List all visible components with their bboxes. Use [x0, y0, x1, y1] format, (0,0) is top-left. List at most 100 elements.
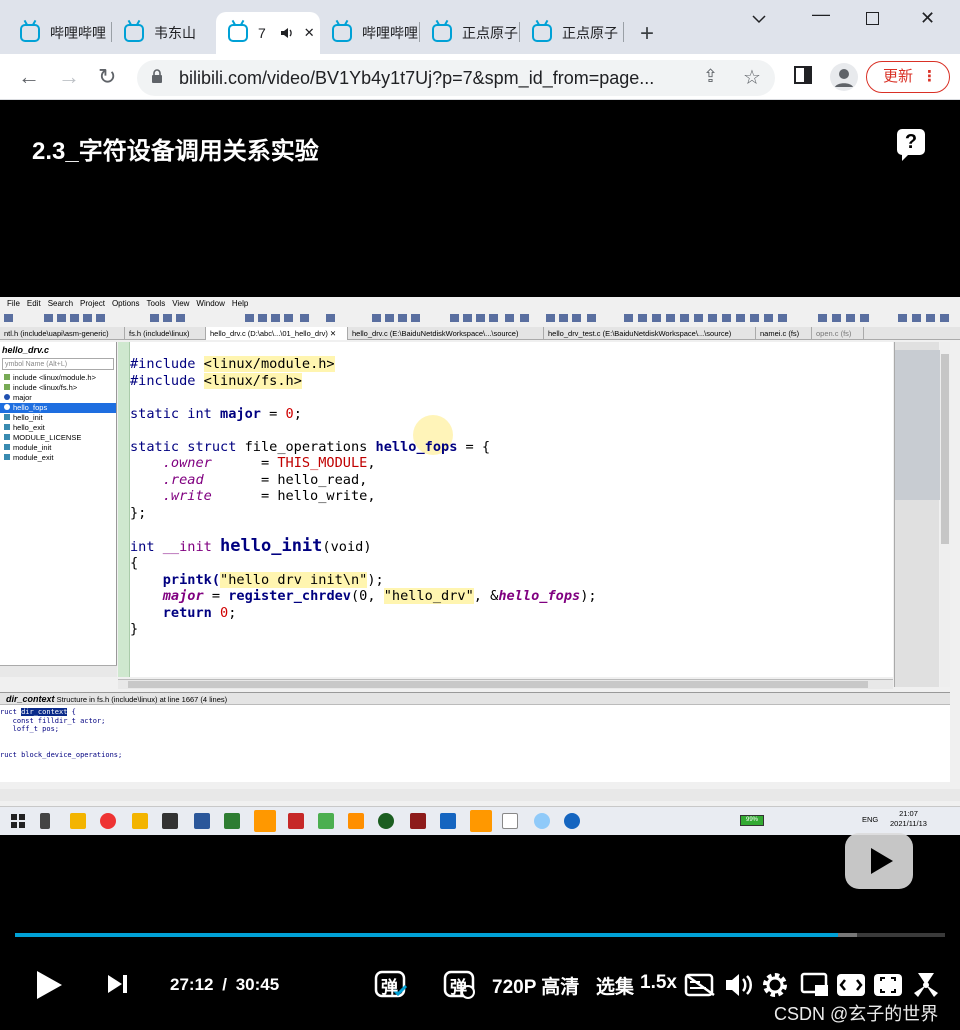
- quality-selector[interactable]: 720P 高清: [492, 972, 579, 999]
- browser-tab-4[interactable]: 哔哩哔哩: [320, 12, 420, 54]
- help-icon[interactable]: ?: [897, 129, 925, 161]
- symbol-item: include <linux/module.h>: [0, 373, 116, 383]
- app-icon: [410, 813, 426, 829]
- browser-tab-1[interactable]: 哔哩哔哩: [8, 12, 112, 54]
- windows-taskbar: 99% ENG 21:07 2021/11/13: [0, 806, 960, 835]
- browser-tab-5[interactable]: 正点原子: [420, 12, 520, 54]
- code-line: {: [130, 555, 139, 571]
- tab-label: 哔哩哔哩: [50, 25, 106, 41]
- maximize-button[interactable]: [866, 12, 879, 25]
- fullscreen-icon[interactable]: [911, 971, 941, 999]
- danmaku-settings-label: 弹: [450, 978, 467, 997]
- input-language: ENG: [862, 815, 879, 824]
- symbol-item-selected: hello_fops: [0, 403, 116, 413]
- symbol-item: module_init: [0, 443, 116, 453]
- bilibili-icon: [20, 24, 40, 42]
- forward-button[interactable]: →: [58, 64, 80, 90]
- chrome-icon: [100, 813, 116, 829]
- progress-bar[interactable]: [15, 933, 945, 937]
- ide-menu-project: Project: [80, 299, 105, 308]
- new-tab-button[interactable]: +: [640, 20, 654, 48]
- browser-toolbar: ← → ↻ bilibili.com/video/BV1Yb4y1t7Uj?p=…: [0, 54, 960, 100]
- side-panel-icon[interactable]: [794, 66, 812, 84]
- web-fullscreen-icon[interactable]: [873, 972, 903, 998]
- reload-button[interactable]: ↻: [98, 64, 116, 90]
- menu-dots-icon[interactable]: ⋮: [922, 62, 937, 91]
- app-icon: [470, 810, 492, 832]
- browser-tab-2[interactable]: 韦东山: [112, 12, 214, 54]
- share-icon[interactable]: ⇪: [703, 66, 718, 87]
- code-line: printk("hello drv init\n");: [130, 571, 384, 588]
- player-controls: 27:12 / 30:45 弹 弹 720P 高清 选集 1.5x CSDN @…: [0, 955, 960, 1024]
- browser-tab-bar: 哔哩哔哩 韦东山 7 ✕ 哔哩哔哩 正点原子 正点原子 + — ✕: [0, 0, 960, 54]
- speed-button[interactable]: 1.5x: [640, 972, 677, 994]
- ide-menu-help: Help: [231, 299, 249, 308]
- picture-in-picture-icon[interactable]: [800, 972, 830, 998]
- code-line: return 0;: [130, 604, 237, 621]
- speaker-icon[interactable]: [280, 26, 294, 40]
- ide-menu-file: File: [7, 299, 20, 308]
- symbol-pane-toolbar: [0, 665, 117, 677]
- played-fill: [15, 933, 839, 937]
- code-editor: #include <linux/module.h> #include <linu…: [118, 342, 893, 677]
- source-code: #include <linux/module.h> #include <linu…: [130, 356, 597, 638]
- volume-icon[interactable]: [724, 972, 752, 998]
- ide-file-tab: ntl.h (include\uapi\asm-generic): [0, 327, 125, 340]
- code-line: };: [130, 504, 147, 521]
- browser-tab-active[interactable]: 7 ✕: [216, 12, 320, 54]
- ide-menu-window: Window: [196, 299, 225, 308]
- current-time: 27:12: [170, 975, 214, 994]
- ide-screen: File Edit Search Project Options Tools V…: [0, 297, 960, 835]
- app-icon: [254, 810, 276, 832]
- back-button[interactable]: ←: [18, 64, 40, 90]
- context-window: dir_context Structure in fs.h (include\l…: [0, 692, 950, 782]
- close-window-button[interactable]: ✕: [920, 8, 935, 29]
- tab-label: 正点原子: [462, 25, 518, 41]
- csdn-watermark: CSDN @玄子的世界: [774, 1004, 939, 1024]
- address-bar[interactable]: bilibili.com/video/BV1Yb4y1t7Uj?p=7&spm_…: [137, 60, 775, 96]
- code-line: .read = hello_read,: [130, 471, 368, 488]
- widescreen-icon[interactable]: [836, 972, 866, 998]
- url-text[interactable]: bilibili.com/video/BV1Yb4y1t7Uj?p=7&spm_…: [179, 68, 654, 89]
- ide-file-tabs: ntl.h (include\uapi\asm-generic) fs.h (i…: [0, 327, 960, 340]
- minimize-button[interactable]: —: [812, 4, 830, 25]
- danmaku-label: 弹: [381, 978, 398, 997]
- ide-file-tab: fs.h (include\linux): [125, 327, 206, 340]
- context-code: ruct dir_context { const filldir_t actor…: [0, 708, 123, 759]
- danmaku-settings-button[interactable]: 弹: [443, 968, 477, 1000]
- app-icon: [378, 813, 394, 829]
- settings-gear-icon[interactable]: [761, 971, 789, 999]
- tab-search-chevron-icon[interactable]: [752, 14, 766, 24]
- play-button[interactable]: [37, 971, 62, 999]
- close-tab-icon[interactable]: ✕: [304, 25, 315, 41]
- subtitle-icon[interactable]: [684, 973, 716, 997]
- update-label: 更新: [883, 68, 914, 85]
- center-play-button[interactable]: [845, 833, 913, 889]
- app-icon: [534, 813, 550, 829]
- ide-menu-tools: Tools: [146, 299, 166, 308]
- editor-vertical-scrollbar: [940, 342, 950, 687]
- episodes-button[interactable]: 选集: [596, 972, 634, 999]
- task-view-icon: [40, 813, 50, 829]
- bilibili-icon: [432, 24, 452, 42]
- lock-icon[interactable]: [151, 69, 163, 83]
- browser-tab-6[interactable]: 正点原子: [520, 12, 624, 54]
- ide-file-tab-active: hello_drv.c (D:\abc\...\01_hello_drv) ✕: [206, 327, 348, 340]
- bilibili-icon: [228, 24, 248, 42]
- update-button[interactable]: 更新 ⋮: [866, 61, 950, 93]
- editor-gutter: [118, 342, 130, 677]
- windows-start-icon: [11, 814, 25, 828]
- next-episode-icon[interactable]: [107, 974, 129, 994]
- symbol-pane-title: hello_drv.c: [2, 345, 50, 355]
- symbol-item: module_exit: [0, 453, 116, 463]
- profile-avatar-icon[interactable]: [830, 63, 858, 91]
- danmaku-toggle-button[interactable]: 弹: [374, 968, 408, 1000]
- ide-menu-options: Options: [111, 299, 140, 308]
- symbol-item: MODULE_LICENSE: [0, 433, 116, 443]
- bookmark-star-icon[interactable]: ☆: [743, 65, 761, 90]
- ide-toolbar-icons: [4, 314, 949, 322]
- buffer-fill: [838, 933, 857, 937]
- symbol-item: include <linux/fs.h>: [0, 383, 116, 393]
- app-icon: [502, 813, 518, 829]
- context-header: dir_context Structure in fs.h (include\l…: [0, 693, 950, 705]
